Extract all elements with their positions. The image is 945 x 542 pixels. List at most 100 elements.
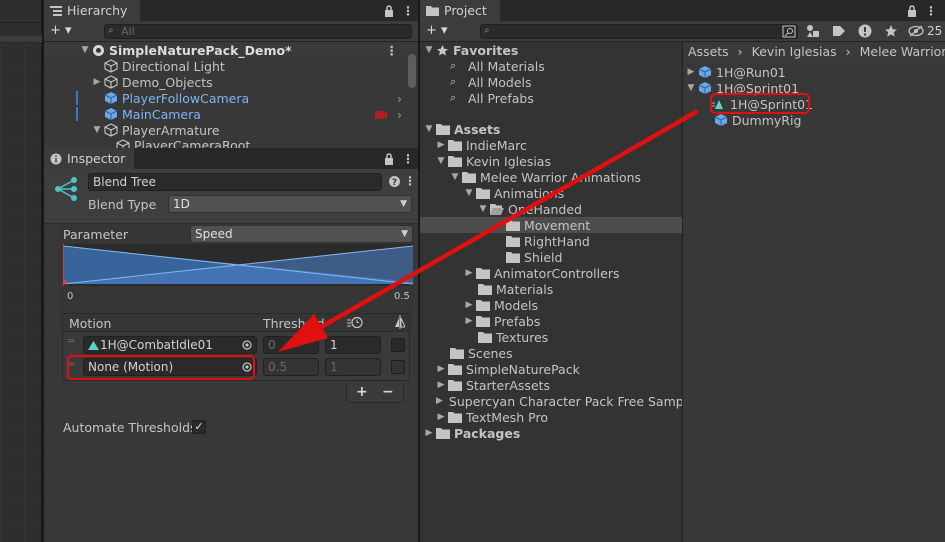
lock-icon[interactable] <box>384 4 394 17</box>
expand-arrow-icon[interactable]: ▶ <box>436 412 446 422</box>
breadcrumb-item[interactable]: Assets <box>688 44 729 59</box>
expand-arrow-icon[interactable]: ▶ <box>464 300 474 310</box>
folder-item[interactable]: ▶ AnimatorControllers <box>420 265 682 281</box>
search-by-type-icon[interactable] <box>782 25 796 38</box>
folder-item[interactable]: ▶ Supercyan Character Pack Free Samp <box>420 393 682 409</box>
expand-arrow-icon[interactable]: ▼ <box>92 125 102 135</box>
expand-arrow-icon[interactable]: ▼ <box>478 204 488 214</box>
lock-icon[interactable] <box>907 4 917 17</box>
expand-arrow-icon[interactable]: ▼ <box>80 45 90 55</box>
help-icon[interactable]: ? <box>389 176 400 187</box>
motion-field[interactable]: 1H@CombatIdle01 <box>83 336 257 354</box>
kebab-menu-icon[interactable]: ⋮ <box>925 4 937 18</box>
folder-item[interactable]: Materials <box>420 281 682 297</box>
speed-field[interactable]: 1 <box>325 336 381 354</box>
favorite-star-icon[interactable] <box>884 24 898 38</box>
favorite-item[interactable]: ⌕ All Models <box>420 74 682 90</box>
expand-arrow-icon[interactable]: ▶ <box>436 140 446 150</box>
chevron-right-icon[interactable]: › <box>397 107 402 122</box>
add-motion-button[interactable]: + <box>356 384 368 400</box>
hierarchy-item[interactable]: Directional Light <box>44 58 418 74</box>
warning-filter-icon[interactable] <box>858 24 872 38</box>
folder-item[interactable]: ▶ StarterAssets <box>420 377 682 393</box>
hierarchy-item[interactable]: PlayerCameraRoot <box>44 138 418 148</box>
expand-arrow-icon[interactable]: ▼ <box>450 172 460 182</box>
hierarchy-scrollbar[interactable] <box>408 54 416 88</box>
expand-arrow-icon[interactable]: ▶ <box>436 364 446 374</box>
expand-arrow-icon[interactable]: ▶ <box>686 67 696 77</box>
hierarchy-item[interactable]: ▶ Demo_Objects <box>44 74 418 90</box>
kebab-menu-icon[interactable]: ⋮ <box>402 152 414 166</box>
tab-hierarchy[interactable]: Hierarchy <box>44 0 140 21</box>
object-name-field[interactable]: Blend Tree <box>88 173 382 191</box>
folder-item[interactable]: ▶ Packages <box>420 425 682 441</box>
favorite-item[interactable]: ⌕ All Prefabs <box>420 90 682 106</box>
chevron-right-icon[interactable]: › <box>397 91 402 106</box>
folder-item[interactable]: ▶ IndieMarc <box>420 137 682 153</box>
hierarchy-item[interactable]: ▼ PlayerArmature <box>44 122 418 138</box>
expand-arrow-icon[interactable]: ▶ <box>92 77 102 87</box>
remove-motion-button[interactable]: − <box>382 384 394 400</box>
expand-arrow-icon[interactable]: ▼ <box>424 45 434 55</box>
asset-item[interactable]: DummyRig <box>684 112 945 128</box>
folder-item[interactable]: ▶ Models <box>420 297 682 313</box>
tab-inspector[interactable]: Inspector <box>44 148 134 169</box>
filter-type-icon[interactable] <box>806 24 820 38</box>
folder-item[interactable]: ▼ Kevin Iglesias <box>420 153 682 169</box>
component-menu-icon[interactable]: ⋮ <box>404 174 416 188</box>
folder-item[interactable]: Shield <box>420 249 682 265</box>
expand-arrow-icon[interactable]: ▼ <box>686 83 696 93</box>
mirror-checkbox[interactable] <box>391 360 405 374</box>
expand-arrow-icon[interactable]: ▶ <box>464 316 474 326</box>
blend-graph[interactable] <box>63 244 413 286</box>
folder-item[interactable]: ▼ OneHanded <box>420 201 682 217</box>
threshold-field[interactable]: 0.5 <box>263 358 319 376</box>
folder-item[interactable]: ▶ SimpleNaturePack <box>420 361 682 377</box>
hierarchy-search-input[interactable]: ⌕ All <box>104 24 412 39</box>
scene-view-strip[interactable] <box>0 0 42 542</box>
expand-arrow-icon[interactable]: ▶ <box>436 396 443 406</box>
threshold-field[interactable]: 0 <box>263 336 319 354</box>
time-scale-icon[interactable] <box>347 316 363 329</box>
favorites-header[interactable]: ▼ Favorites <box>420 42 682 58</box>
presets-icon[interactable] <box>388 190 389 191</box>
drag-handle-icon[interactable]: ═ <box>68 336 74 347</box>
folder-item[interactable]: ▶ TextMesh Pro <box>420 409 682 425</box>
folder-item[interactable]: ▼ Melee Warrior Animations <box>420 169 682 185</box>
expand-arrow-icon[interactable]: ▼ <box>424 124 434 134</box>
hidden-packages-icon[interactable] <box>908 25 924 37</box>
lock-icon[interactable] <box>384 152 394 165</box>
scene-menu-icon[interactable]: ⋮ <box>386 43 399 58</box>
folder-item[interactable]: ▼ Animations <box>420 185 682 201</box>
speed-field[interactable]: 1 <box>325 358 381 376</box>
object-picker-icon[interactable] <box>242 340 252 350</box>
kebab-menu-icon[interactable]: ⋮ <box>402 4 414 18</box>
scene-row[interactable]: ▼ SimpleNaturePack_Demo* ⋮ <box>44 42 418 58</box>
expand-arrow-icon[interactable]: ▶ <box>436 380 446 390</box>
tab-project[interactable]: Project <box>420 0 500 21</box>
mirror-checkbox[interactable] <box>391 338 405 352</box>
expand-arrow-icon[interactable]: ▼ <box>436 156 446 166</box>
mirror-icon[interactable] <box>395 315 405 329</box>
asset-item[interactable]: ▶ 1H@Run01 <box>684 64 945 80</box>
expand-arrow-icon[interactable]: ▼ <box>464 188 474 198</box>
folder-item[interactable]: ▶ Prefabs <box>420 313 682 329</box>
automate-thresholds-checkbox[interactable]: ✓ <box>192 420 206 434</box>
breadcrumb-item[interactable]: Kevin Iglesias <box>752 44 837 59</box>
expand-arrow-icon[interactable]: ▶ <box>464 268 474 278</box>
expand-arrow-icon[interactable]: ▶ <box>424 428 434 438</box>
folder-item[interactable]: ▼ Assets <box>420 121 682 137</box>
add-button[interactable]: + ▾ <box>426 23 448 38</box>
folder-item[interactable]: RightHand <box>420 233 682 249</box>
folder-item[interactable]: Textures <box>420 329 682 345</box>
blend-type-dropdown[interactable]: 1D ▼ <box>168 195 412 213</box>
add-button[interactable]: + ▾ <box>50 23 72 38</box>
breadcrumb-item[interactable]: Melee Warrior Anim <box>860 44 945 59</box>
folder-item[interactable]: Scenes <box>420 345 682 361</box>
parameter-dropdown[interactable]: Speed ▼ <box>190 225 413 243</box>
hierarchy-item[interactable]: MainCamera › <box>44 106 418 122</box>
favorite-item[interactable]: ⌕ All Materials <box>420 58 682 74</box>
folder-item[interactable]: Movement <box>420 217 682 233</box>
hierarchy-item[interactable]: PlayerFollowCamera › <box>44 90 418 106</box>
project-search-input[interactable]: ⌕ <box>480 24 798 39</box>
